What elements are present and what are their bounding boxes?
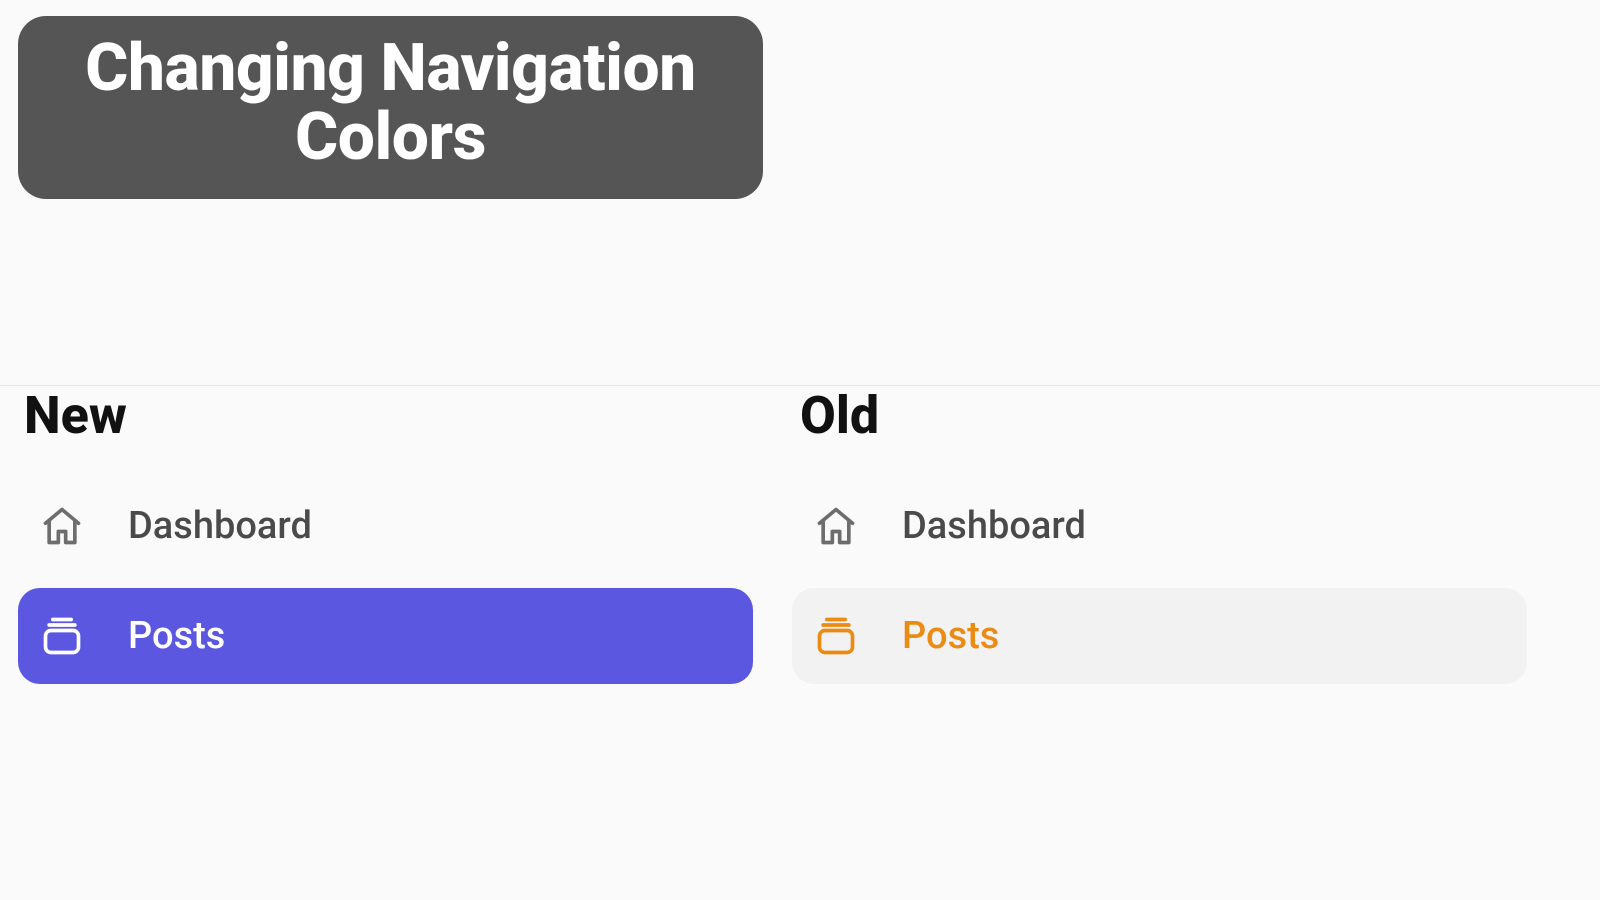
archive-icon [40,614,84,658]
nav-item-posts[interactable]: Posts [18,588,753,684]
nav-column-old: Dashboard Posts [792,478,1527,684]
nav-item-label: Posts [128,614,225,658]
nav-item-dashboard[interactable]: Dashboard [792,478,1527,574]
nav-item-label: Posts [902,614,999,658]
archive-icon [814,614,858,658]
section-label-old: Old [800,385,879,446]
home-icon [40,504,84,548]
section-label-new: New [24,385,127,446]
page-title-pill: Changing Navigation Colors [18,16,763,199]
home-icon [814,504,858,548]
page-title-line1: Changing Navigation [42,34,739,103]
page-title-line2: Colors [42,103,739,172]
nav-item-label: Dashboard [128,504,312,548]
nav-item-posts[interactable]: Posts [792,588,1527,684]
nav-item-dashboard[interactable]: Dashboard [18,478,753,574]
nav-column-new: Dashboard Posts [18,478,753,684]
nav-item-label: Dashboard [902,504,1086,548]
